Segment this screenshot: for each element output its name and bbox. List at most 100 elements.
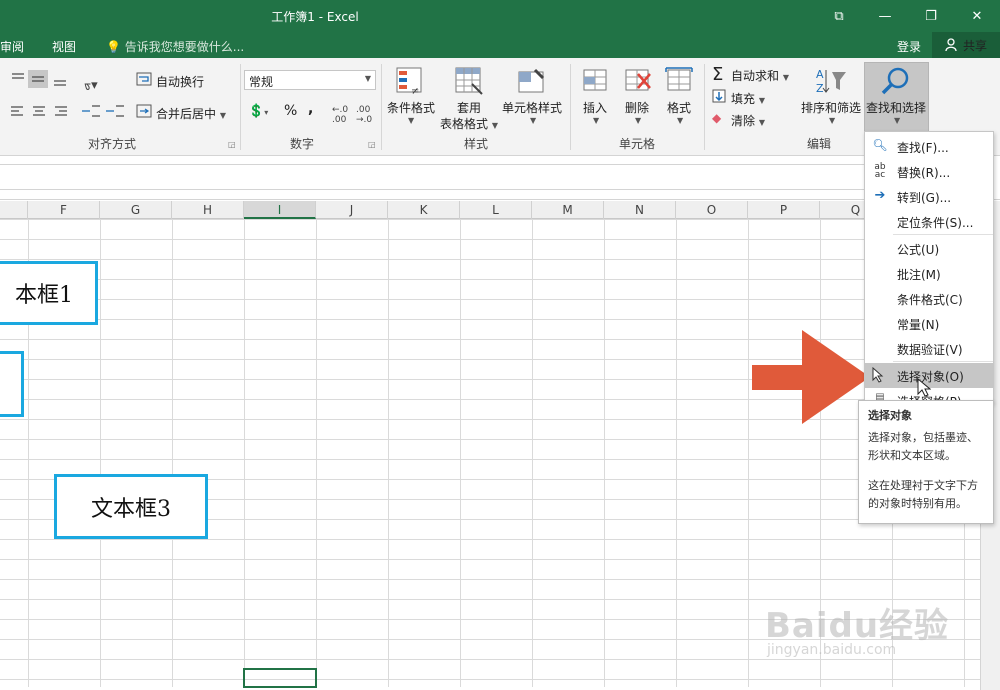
pointer-arrow (752, 330, 870, 424)
menu-item-find[interactable]: 🔍︎ 查找(F)... (865, 134, 993, 159)
tooltip-note: 这在处理衬于文字下方 的对象时特别有用。 (868, 479, 978, 510)
column-header-selected[interactable]: I (244, 201, 316, 219)
window-title: 工作簿1 - Excel (271, 10, 359, 24)
separator (893, 234, 993, 235)
tell-me-search[interactable]: 💡 告诉我您想要做什么... (106, 38, 244, 55)
column-header[interactable]: P (748, 201, 820, 219)
menu-item-goto[interactable]: ➔ 转到(G)... (865, 184, 993, 209)
menu-item-constants[interactable]: 常量(N) (865, 311, 993, 336)
tooltip-title: 选择对象 (868, 409, 912, 422)
search-icon: 🔍︎ (872, 138, 888, 152)
column-header[interactable]: H (172, 201, 244, 219)
magnifier-icon (881, 67, 909, 95)
svg-text:≠: ≠ (411, 86, 419, 96)
formula-bar[interactable] (0, 164, 990, 190)
chevron-down-icon: ▼ (593, 116, 600, 125)
alignment-group-label: 对齐方式 (88, 137, 137, 151)
menu-item-formulas[interactable]: 公式(U) (865, 236, 993, 261)
decrease-decimal-icon[interactable]: .00 →.0 (356, 105, 372, 125)
column-header[interactable]: F (28, 201, 100, 219)
delete-button[interactable]: 删除 (625, 99, 649, 116)
share-button[interactable]: 共享 (932, 32, 1000, 58)
lightbulb-icon: 💡 (106, 40, 121, 54)
increase-decimal-icon[interactable]: ←.0.00 (332, 105, 348, 125)
text-box-3-label: 文本框3 (91, 496, 171, 522)
menu-item-comments[interactable]: 批注(M) (865, 261, 993, 286)
text-box-2[interactable] (0, 351, 24, 417)
merge-center-button[interactable]: 合并后居中 ▼ (156, 105, 226, 122)
delete-cells-icon (625, 69, 651, 91)
vertical-align-icons[interactable] (10, 70, 70, 88)
chevron-down-icon: ▼ (408, 116, 415, 125)
cells-group-label: 单元格 (619, 137, 656, 151)
column-header[interactable]: J (316, 201, 388, 219)
fill-button[interactable]: 填充 ▼ (731, 90, 765, 107)
find-select-menu: 🔍︎ 查找(F)... ab ac 替换(R)... ➔ 转到(G)... 定位条… (864, 131, 994, 403)
text-box-1[interactable]: 本框1 (0, 261, 98, 325)
mouse-pointer-icon (917, 378, 931, 397)
column-header[interactable]: O (676, 201, 748, 219)
format-cells-icon (665, 67, 693, 91)
formula-bar-area (0, 156, 1000, 200)
insert-cells-icon (583, 69, 607, 91)
column-header-partial[interactable] (0, 201, 28, 219)
close-button[interactable]: ✕ (954, 0, 1000, 32)
currency-icon[interactable]: 💲▾ (248, 104, 268, 119)
wrap-text-button[interactable]: 自动换行 (156, 73, 204, 90)
menu-item-data-validation[interactable]: 数据验证(V) (865, 336, 993, 361)
styles-group-label: 样式 (464, 137, 489, 151)
format-table-label-2[interactable]: 表格格式 ▼ (440, 115, 498, 132)
alignment-dialog-launcher-icon[interactable]: ◲ (228, 140, 236, 149)
cell-styles-button[interactable]: 单元格样式 (502, 99, 562, 116)
separator (893, 361, 993, 362)
login-link[interactable]: 登录 (897, 38, 921, 55)
format-button[interactable]: 格式 (667, 99, 691, 116)
tooltip-body: 选择对象，包括墨迹、 形状和文本区域。 (868, 431, 978, 462)
cursor-icon (872, 367, 884, 383)
number-format-select[interactable]: 常规 ▼ (244, 70, 376, 90)
tab-review[interactable]: 审阅 (0, 38, 24, 55)
sigma-icon: Σ (712, 64, 724, 85)
ribbon-display-options-button[interactable]: ⧉ (816, 0, 862, 32)
tab-view[interactable]: 视图 (52, 38, 76, 55)
column-header[interactable]: K (388, 201, 460, 219)
orientation-icon[interactable]: ᢐ▾ (84, 70, 98, 93)
menu-item-replace[interactable]: ab ac 替换(R)... (865, 159, 993, 184)
comma-button[interactable]: , (308, 101, 313, 117)
person-icon (945, 38, 957, 52)
separator (381, 64, 382, 150)
sort-filter-icon: AZ (816, 68, 846, 95)
column-headers: F G H I J K L M N O P Q (0, 201, 980, 219)
share-label: 共享 (962, 38, 987, 53)
column-header[interactable]: M (532, 201, 604, 219)
format-table-icon (455, 67, 483, 95)
sort-filter-button[interactable]: 排序和筛选 (801, 99, 861, 116)
chevron-down-icon: ▼ (635, 116, 642, 125)
menu-item-conditional-formatting[interactable]: 条件格式(C) (865, 286, 993, 311)
percent-button[interactable]: % (284, 103, 297, 119)
separator (570, 64, 571, 150)
column-header[interactable]: L (460, 201, 532, 219)
horizontal-align-icons[interactable] (10, 104, 125, 120)
tooltip: 选择对象 选择对象，包括墨迹、 形状和文本区域。 这在处理衬于文字下方 的对象时… (858, 400, 994, 524)
menu-item-goto-special[interactable]: 定位条件(S)... (865, 209, 993, 234)
svg-text:A: A (816, 68, 824, 81)
column-header[interactable]: G (100, 201, 172, 219)
separator (704, 64, 705, 150)
wrap-text-icon (136, 72, 152, 86)
watermark-brand: Baidu经验 (765, 606, 950, 646)
conditional-format-button[interactable]: 条件格式 (387, 99, 435, 116)
insert-button[interactable]: 插入 (583, 99, 607, 116)
restore-button[interactable]: ❐ (908, 0, 954, 32)
watermark: Baidu经验 jingyan.baidu.com (765, 598, 950, 658)
clear-button[interactable]: 清除 ▼ (731, 112, 765, 129)
format-table-label-1[interactable]: 套用 (457, 99, 481, 116)
number-dialog-launcher-icon[interactable]: ◲ (368, 140, 376, 149)
column-header[interactable]: N (604, 201, 676, 219)
active-cell[interactable] (243, 668, 317, 688)
watermark-url: jingyan.baidu.com (767, 642, 897, 658)
minimize-button[interactable]: — (862, 0, 908, 32)
autosum-button[interactable]: 自动求和 ▼ (731, 67, 789, 84)
text-box-3[interactable]: 文本框3 (54, 474, 208, 539)
chevron-down-icon: ▼ (894, 116, 901, 125)
